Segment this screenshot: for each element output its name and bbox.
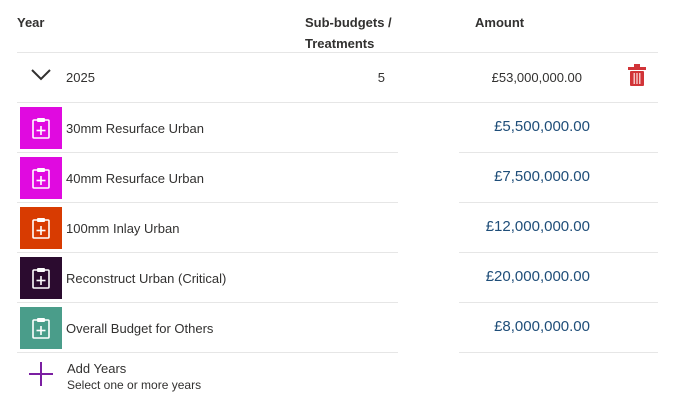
treatment-row[interactable]: 100mm Inlay Urban £12,000,000.00 xyxy=(0,203,675,253)
treatment-row[interactable]: Reconstruct Urban (Critical) £20,000,000… xyxy=(0,253,675,303)
treatment-name: 40mm Resurface Urban xyxy=(66,171,204,186)
treatment-color-swatch xyxy=(20,207,62,249)
chevron-down-icon[interactable] xyxy=(31,69,51,81)
treatment-row[interactable]: 40mm Resurface Urban £7,500,000.00 xyxy=(0,153,675,203)
year-total-amount: £53,000,000.00 xyxy=(491,70,582,85)
treatment-color-swatch xyxy=(20,307,62,349)
treatment-name: 100mm Inlay Urban xyxy=(66,221,180,236)
treatment-color-swatch xyxy=(20,157,62,199)
clipboard-plus-icon xyxy=(32,318,50,339)
column-header-subbudgets-line2: Treatments xyxy=(305,36,375,51)
column-header-amount: Amount xyxy=(475,15,525,30)
clipboard-plus-icon xyxy=(32,268,50,289)
treatment-name: Overall Budget for Others xyxy=(66,321,214,336)
treatment-name: 30mm Resurface Urban xyxy=(66,121,204,136)
clipboard-plus-icon xyxy=(32,168,50,189)
budget-table: Year Sub-budgets / Treatments Amount 202… xyxy=(0,0,675,401)
clipboard-plus-icon xyxy=(32,118,50,139)
treatment-amount: £20,000,000.00 xyxy=(485,268,590,285)
treatment-amount: £5,500,000.00 xyxy=(494,118,590,135)
subbudget-count: 5 xyxy=(377,70,385,85)
year-value: 2025 xyxy=(66,70,95,85)
treatment-row[interactable]: Overall Budget for Others £8,000,000.00 xyxy=(0,303,675,353)
add-years-subtitle: Select one or more years xyxy=(67,378,202,392)
year-row: 2025 5 £53,000,000.00 xyxy=(0,52,675,102)
column-header-subbudgets: Sub-budgets / Treatments xyxy=(305,12,405,54)
treatment-amount: £8,000,000.00 xyxy=(494,318,590,335)
treatment-amount: £12,000,000.00 xyxy=(485,218,590,235)
column-header-year: Year xyxy=(17,15,45,30)
treatment-color-swatch xyxy=(20,257,62,299)
column-header-subbudgets-line1: Sub-budgets / xyxy=(305,15,392,30)
trash-icon[interactable] xyxy=(628,64,646,86)
treatment-color-swatch xyxy=(20,107,62,149)
treatment-row[interactable]: 30mm Resurface Urban £5,500,000.00 xyxy=(0,103,675,153)
add-years-title: Add Years xyxy=(67,361,127,376)
row-divider xyxy=(459,352,658,353)
add-years-button[interactable]: Add Years Select one or more years xyxy=(0,352,400,397)
plus-icon xyxy=(29,362,53,386)
treatment-amount: £7,500,000.00 xyxy=(494,168,590,185)
treatment-name: Reconstruct Urban (Critical) xyxy=(66,271,227,286)
clipboard-plus-icon xyxy=(32,218,50,239)
